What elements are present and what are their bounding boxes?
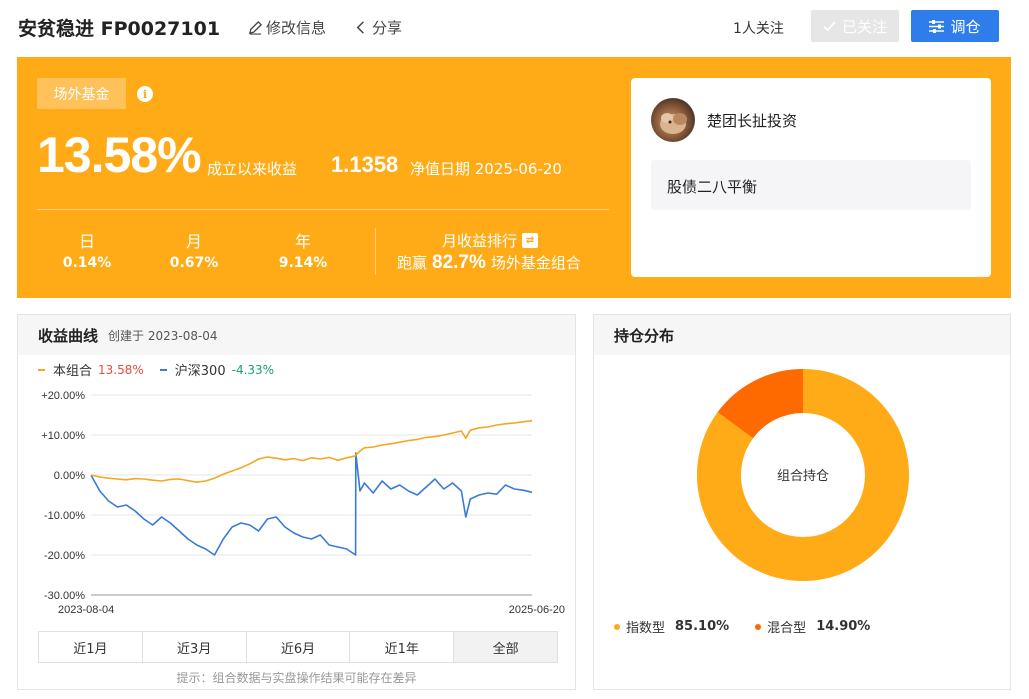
adjust-position-button[interactable]: 调仓 bbox=[911, 10, 999, 42]
legend-dot-mixed bbox=[755, 623, 762, 630]
summary-banner: 场外基金 i 13.58% 成立以来收益 1.1358 净值日期 2025-06… bbox=[17, 57, 1011, 298]
donut-slice-mixed[interactable] bbox=[717, 369, 804, 439]
info-icon[interactable]: i bbox=[137, 86, 153, 102]
author-name[interactable]: 楚团长扯投资 bbox=[707, 110, 797, 131]
rank-title-label: 月收益排行 bbox=[442, 232, 518, 250]
legend-swatch-index bbox=[159, 368, 167, 371]
pencil-icon bbox=[248, 20, 263, 35]
holding-donut-chart: 组合持仓 bbox=[697, 369, 909, 581]
holding-name: 指数型 bbox=[626, 621, 666, 636]
holding-panel: 持仓分布 组合持仓 指数型 85.10% 混合型 14.90% bbox=[593, 314, 1011, 690]
sliders-icon bbox=[929, 19, 945, 33]
portfolio-title: 安贫稳进 FP0027101 bbox=[18, 18, 221, 40]
legend-swatch-portfolio bbox=[38, 368, 45, 371]
check-icon bbox=[823, 20, 836, 31]
period-value: 0.67% bbox=[169, 255, 219, 271]
share-label: 分享 bbox=[372, 19, 403, 37]
panel-header: 持仓分布 bbox=[594, 315, 1010, 355]
banner-vdivider bbox=[375, 228, 376, 275]
legend-dot-index bbox=[614, 623, 620, 630]
author-card: 楚团长扯投资 股债二八平衡 bbox=[631, 78, 991, 277]
y-tick-label: +10.00% bbox=[41, 430, 85, 442]
y-tick-label: -10.00% bbox=[44, 510, 85, 522]
holding-name: 混合型 bbox=[767, 621, 807, 636]
fund-type-tag: 场外基金 bbox=[37, 78, 126, 109]
rank-value: 82.7% bbox=[432, 252, 486, 273]
tab-3m[interactable]: 近3月 bbox=[143, 632, 247, 662]
period-label: 日 bbox=[78, 232, 95, 251]
nav-value: 1.1358 bbox=[331, 152, 399, 177]
tab-1y[interactable]: 近1年 bbox=[350, 632, 455, 662]
period-month: 月 0.67% bbox=[159, 228, 229, 271]
period-label: 月 bbox=[185, 232, 202, 251]
switch-icon[interactable]: ⇄ bbox=[522, 233, 539, 248]
holding-legend: 指数型 85.10% 混合型 14.90% bbox=[614, 617, 896, 636]
legend-value: -4.33% bbox=[231, 362, 275, 377]
y-tick-label: 0.00% bbox=[54, 470, 85, 482]
edit-info-label: 修改信息 bbox=[266, 19, 327, 37]
rank-line: 跑赢 82.7% 场外基金组合 bbox=[397, 252, 581, 274]
period-label: 年 bbox=[294, 232, 311, 251]
rank-prefix: 跑赢 bbox=[397, 254, 428, 272]
edit-info-link[interactable]: 修改信息 bbox=[248, 17, 326, 38]
x-start-label: 2023-08-04 bbox=[58, 604, 114, 616]
y-tick-label: -30.00% bbox=[44, 590, 85, 602]
nav-date: 净值日期 2025-06-20 bbox=[410, 160, 562, 178]
tab-1m[interactable]: 近1月 bbox=[39, 632, 143, 662]
legend-name: 沪深300 bbox=[174, 364, 226, 379]
share-link[interactable]: 分享 bbox=[354, 17, 402, 38]
chart-legend: 本组合 13.58% 沪深300 -4.33% bbox=[38, 360, 290, 379]
tab-6m[interactable]: 近6月 bbox=[247, 632, 351, 662]
followed-label: 已关注 bbox=[841, 17, 887, 36]
tab-all[interactable]: 全部 bbox=[454, 632, 557, 662]
y-tick-label: -20.00% bbox=[44, 550, 85, 562]
avatar[interactable] bbox=[651, 98, 695, 142]
return-curve-panel: 收益曲线 创建于 2023-08-04 本组合 13.58% 沪深300 -4.… bbox=[17, 314, 576, 690]
disclaimer-hint: 提示：组合数据与实盘操作结果可能存在差异 bbox=[176, 671, 417, 685]
share-icon bbox=[356, 21, 364, 34]
range-tabs: 近1月 近3月 近6月 近1年 全部 bbox=[38, 631, 558, 663]
rank-suffix: 场外基金组合 bbox=[490, 254, 581, 272]
period-year: 年 9.14% bbox=[268, 228, 338, 271]
x-end-label: 2025-06-20 bbox=[509, 604, 565, 616]
panel-header: 收益曲线 创建于 2023-08-04 bbox=[18, 315, 575, 355]
panel-title: 收益曲线 bbox=[38, 326, 99, 345]
holding-value: 14.90% bbox=[816, 619, 871, 634]
period-value: 9.14% bbox=[278, 255, 328, 271]
holding-value: 85.10% bbox=[675, 619, 730, 634]
avatar-image bbox=[660, 113, 687, 134]
banner-divider bbox=[37, 209, 609, 210]
series-line-index bbox=[90, 452, 533, 556]
y-tick-label: +20.00% bbox=[41, 390, 85, 402]
rank-title[interactable]: 月收益排行 ⇄ bbox=[442, 230, 539, 251]
followers-count: 1人关注 bbox=[733, 21, 784, 37]
legend-value: 13.58% bbox=[98, 362, 144, 377]
donut-center-label: 组合持仓 bbox=[777, 469, 829, 484]
return-line-chart: +20.00% +10.00% 0.00% -10.00% -20.00% -30.00%… bbox=[41, 390, 565, 616]
adjust-label: 调仓 bbox=[950, 17, 981, 36]
series-line-portfolio bbox=[90, 419, 533, 483]
page-header: 安贫稳进 FP0027101 修改信息 分享 1人关注 已关注 调仓 bbox=[0, 0, 1029, 56]
period-value: 0.14% bbox=[62, 255, 112, 271]
followed-button[interactable]: 已关注 bbox=[811, 10, 899, 42]
strategy-description: 股债二八平衡 bbox=[651, 160, 971, 210]
legend-name: 本组合 bbox=[53, 364, 93, 379]
created-date: 创建于 2023-08-04 bbox=[108, 328, 218, 343]
panel-title: 持仓分布 bbox=[614, 326, 675, 345]
period-day: 日 0.14% bbox=[52, 228, 122, 271]
total-return-value: 13.58% bbox=[37, 127, 202, 183]
total-return-label: 成立以来收益 bbox=[207, 160, 298, 178]
